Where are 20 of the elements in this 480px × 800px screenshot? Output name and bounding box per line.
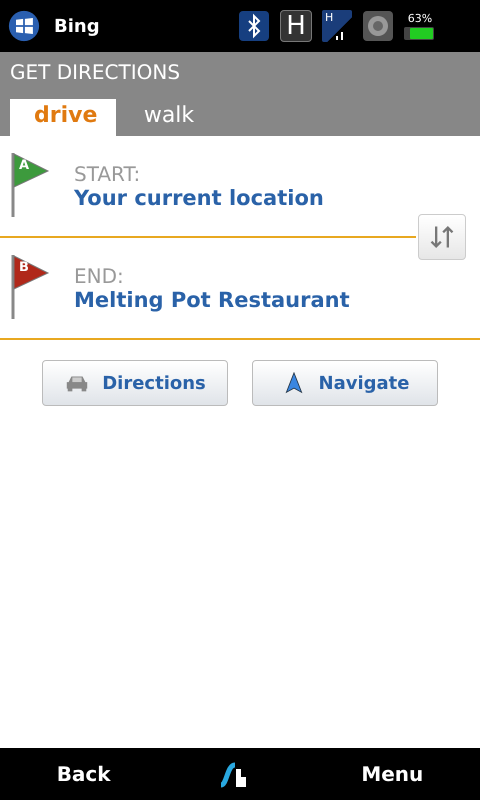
field-label: START: <box>74 162 142 186</box>
swap-button[interactable] <box>418 214 466 260</box>
speaker-icon[interactable] <box>362 10 394 42</box>
swap-arrows-icon <box>428 223 456 251</box>
tab[interactable]: walk <box>116 99 222 136</box>
back-softkey[interactable]: Back <box>50 761 117 787</box>
app-title: Bing <box>54 16 100 36</box>
battery-icon[interactable] <box>404 24 436 40</box>
page-title: GET DIRECTIONS <box>10 60 182 84</box>
action-button[interactable]: Navigate <box>252 360 438 406</box>
start-icon[interactable] <box>8 10 40 42</box>
location-value[interactable]: Your current location <box>74 186 324 210</box>
menu-softkey[interactable]: Menu <box>355 761 430 787</box>
location-value[interactable]: Melting Pot Restaurant <box>74 288 350 312</box>
field-label: END: <box>74 264 125 288</box>
signal-icon[interactable]: H <box>322 10 352 42</box>
network-badge[interactable]: H <box>280 10 312 42</box>
battery-percent: 63% <box>408 12 432 24</box>
action-button[interactable]: Directions <box>42 360 228 406</box>
bluetooth-icon[interactable] <box>238 10 270 42</box>
